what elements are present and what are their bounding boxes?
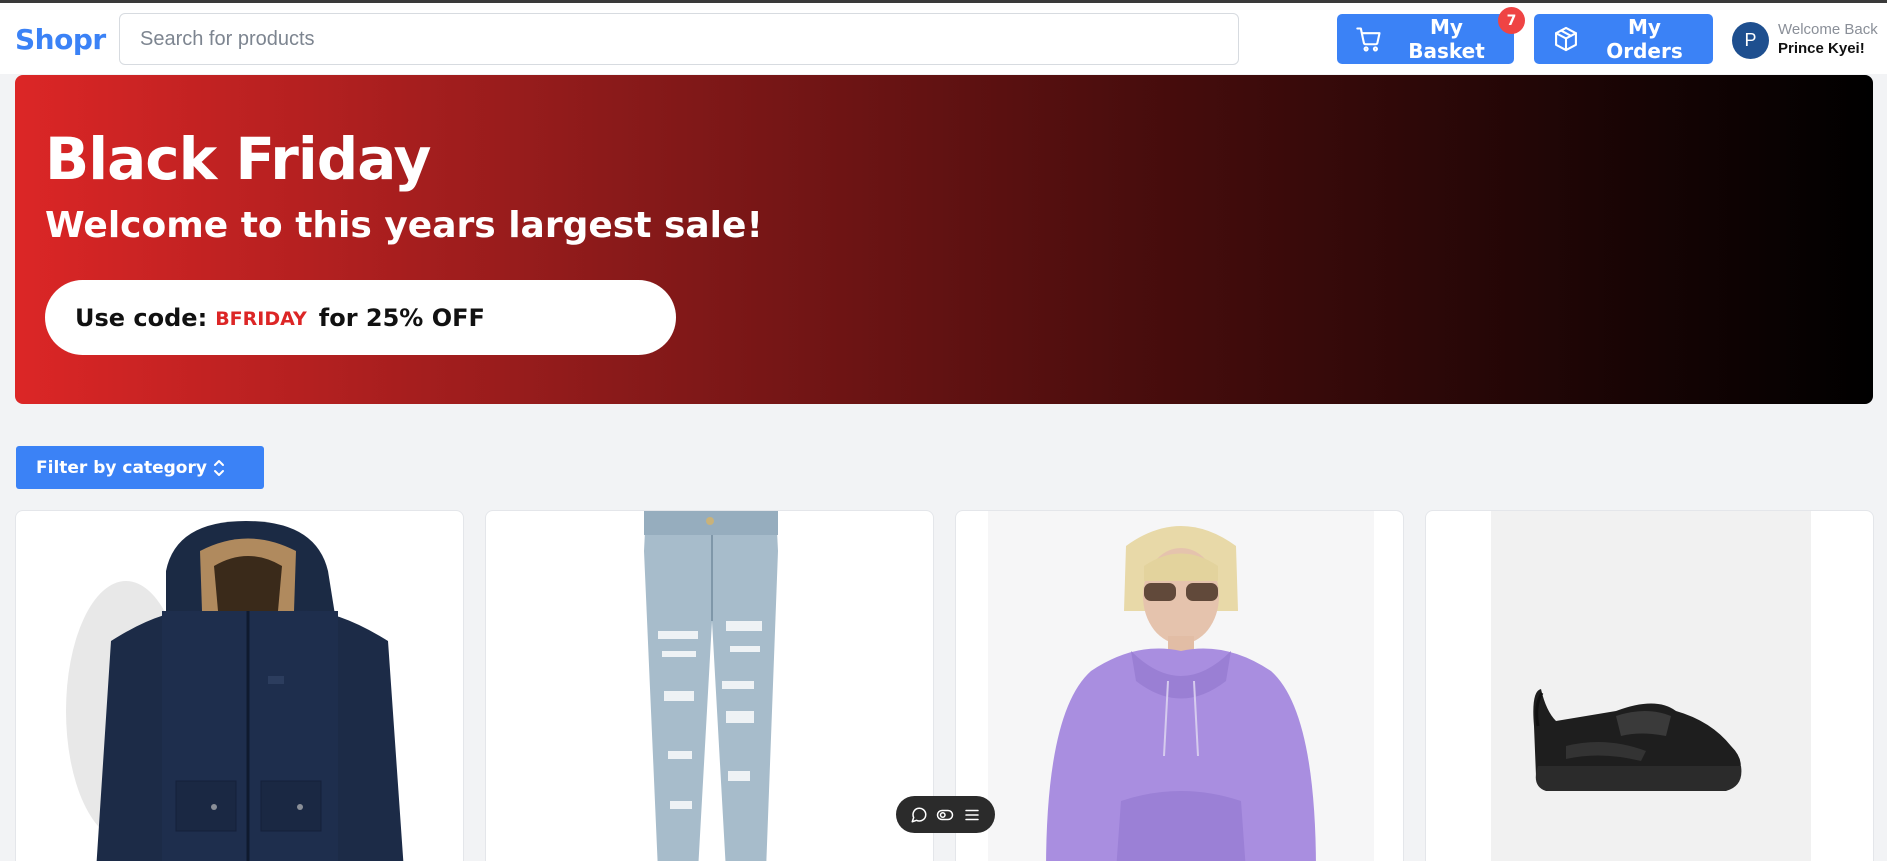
floating-toolbar: [896, 796, 995, 833]
site-header: Shopr My Basket 7 My Orders P Welcome Ba…: [0, 3, 1887, 74]
welcome-text: Welcome Back: [1778, 21, 1878, 38]
code-prefix: Use code:: [75, 303, 208, 332]
shopr-logo[interactable]: Shopr: [15, 23, 106, 56]
comment-icon[interactable]: [910, 806, 928, 824]
navy-parka-jacket-image: [66, 521, 404, 861]
product-card[interactable]: [15, 510, 464, 861]
cart-icon: [1355, 25, 1383, 53]
user-avatar[interactable]: P: [1732, 22, 1769, 59]
toggle-view-icon[interactable]: [936, 806, 954, 824]
menu-icon[interactable]: [963, 806, 981, 824]
chevron-up-down-icon: [212, 458, 226, 483]
my-orders-label: My Orders: [1606, 15, 1683, 63]
basket-count-badge: 7: [1498, 7, 1525, 34]
search-input[interactable]: [119, 13, 1239, 65]
promo-code: BFRIDAY: [215, 308, 307, 330]
product-card[interactable]: [485, 510, 934, 861]
my-basket-button[interactable]: My Basket: [1337, 14, 1514, 64]
filter-by-category-button[interactable]: Filter by category: [16, 446, 264, 489]
filter-label: Filter by category: [36, 457, 207, 478]
black-sneaker-image: [1491, 511, 1811, 861]
code-suffix: for 25% OFF: [318, 303, 485, 332]
black-friday-banner: Black Friday Welcome to this years large…: [15, 75, 1873, 404]
my-basket-label: My Basket: [1408, 15, 1485, 63]
product-card[interactable]: [1425, 510, 1874, 861]
user-name: Prince Kyei!: [1778, 40, 1865, 57]
my-orders-button[interactable]: My Orders: [1534, 14, 1713, 64]
banner-subtitle: Welcome to this years largest sale!: [45, 205, 763, 246]
product-card[interactable]: [955, 510, 1404, 861]
promo-code-pill: Use code: BFRIDAY for 25% OFF: [45, 280, 676, 355]
lavender-hoodie-image: [988, 511, 1374, 861]
banner-title: Black Friday: [45, 125, 431, 193]
package-icon: [1552, 25, 1580, 53]
welcome-block: Welcome Back Prince Kyei!: [1778, 21, 1883, 57]
distressed-jeans-image: [644, 511, 778, 861]
